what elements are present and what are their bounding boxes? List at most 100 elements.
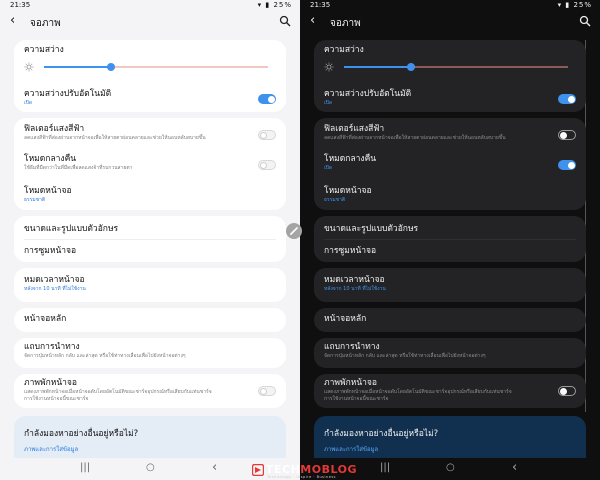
techmoblog-logo-icon: [252, 464, 264, 476]
night-mode-row[interactable]: โหมดกลางคืน เปิด: [324, 154, 576, 172]
blue-light-toggle[interactable]: [558, 130, 576, 140]
page-title: จอภาพ: [330, 18, 361, 29]
page-title: จอภาพ: [30, 18, 61, 29]
timeout-card: หมดเวลาหน้าจอ หลังจาก 10 นาที ที่ไม่ใช้ง…: [314, 268, 586, 302]
home-screen-item[interactable]: หน้าจอหลัก: [24, 314, 276, 325]
dark-settings-panel: 21:35 ▾ ▮ 25% ‹ จอภาพ ความสว่าง ความสว่า…: [300, 0, 600, 480]
night-mode-toggle[interactable]: [258, 160, 276, 170]
adaptive-brightness-row[interactable]: ความสว่างปรับอัตโนมัติ เปิด: [24, 89, 276, 107]
home-screen-card: หน้าจอหลัก: [314, 308, 586, 332]
screensaver-row[interactable]: ภาพพักหน้าจอ แสดงภาพพักหน้าจอเมื่อหน้าจอ…: [24, 378, 276, 403]
adaptive-brightness-toggle[interactable]: [258, 94, 276, 104]
blue-light-label: ฟิลเตอร์แสงสีฟ้า: [24, 124, 85, 134]
screen-timeout-row[interactable]: หมดเวลาหน้าจอ หลังจาก 10 นาที ที่ไม่ใช้ง…: [324, 275, 576, 293]
blue-light-label: ฟิลเตอร์แสงสีฟ้า: [324, 124, 385, 134]
blue-light-toggle[interactable]: [258, 130, 276, 140]
back-nav-icon[interactable]: ‹: [212, 461, 217, 474]
search-icon[interactable]: [579, 15, 591, 27]
navigation-bar-desc: จัดการปุ่มหน้าหลัก กลับ และล่าสุด หรือใช…: [324, 353, 486, 359]
brightness-slider[interactable]: [344, 63, 568, 71]
screen-timeout-value: หลังจาก 10 นาที ที่ไม่ใช้งาน: [324, 286, 386, 292]
brightness-card: ความสว่าง ความสว่างปรับอัตโนมัติ เปิด: [314, 40, 586, 112]
suggestion-link[interactable]: ภาพและการใส่ข้อมูล: [324, 444, 378, 454]
screen-mode-row[interactable]: โหมดหน้าจอ ธรรมชาติ: [24, 186, 276, 204]
slider-fill: [44, 66, 112, 68]
blue-light-row[interactable]: ฟิลเตอร์แสงสีฟ้า ลดแสงสีฟ้าที่ส่องผ่านจา…: [24, 124, 276, 142]
font-card: ขนาดและรูปแบบตัวอักษร การซูมหน้าจอ: [14, 216, 286, 262]
status-icons: ▾ ▮ 25%: [557, 1, 592, 9]
night-mode-label: โหมดกลางคืน: [24, 154, 77, 164]
light-settings-panel: 21:35 ▾ ▮ 25% ‹ จอภาพ ความสว่าง ความสว่า…: [0, 0, 300, 480]
display-mode-card: ฟิลเตอร์แสงสีฟ้า ลดแสงสีฟ้าที่ส่องผ่านจา…: [14, 118, 286, 210]
screen-zoom-item[interactable]: การซูมหน้าจอ: [24, 246, 276, 257]
brightness-label: ความสว่าง: [24, 45, 64, 55]
edit-fab[interactable]: [286, 223, 302, 239]
navigation-bar-card: แถบการนำทาง จัดการปุ่มหน้าหลัก กลับ และล…: [14, 338, 286, 368]
navigation-bar-desc: จัดการปุ่มหน้าหลัก กลับ และล่าสุด หรือใช…: [24, 353, 186, 359]
night-mode-toggle[interactable]: [558, 160, 576, 170]
night-mode-desc: ใช้ธีมที่มืดกว่าในที่มืดเพื่อลดแสงจ้าที่…: [24, 165, 133, 171]
suggestion-question: กำลังมองหาอย่างอื่นอยู่หรือไม่?: [324, 429, 439, 439]
status-icons: ▾ ▮ 25%: [257, 1, 292, 9]
screen-mode-label: โหมดหน้าจอ: [324, 186, 372, 196]
screen-mode-label: โหมดหน้าจอ: [24, 186, 72, 196]
navigation-bar-card: แถบการนำทาง จัดการปุ่มหน้าหลัก กลับ และล…: [314, 338, 586, 368]
screensaver-desc: แสดงภาพพักหน้าจอเมื่อหน้าจอดับโดยอัตโนมั…: [324, 389, 512, 395]
slider-thumb[interactable]: [107, 63, 116, 71]
timeout-card: หมดเวลาหน้าจอ หลังจาก 10 นาที ที่ไม่ใช้ง…: [14, 268, 286, 302]
watermark-tagline: Technology · Inspire · Business: [267, 475, 336, 479]
back-nav-icon[interactable]: ‹: [512, 461, 517, 474]
home-screen-card: หน้าจอหลัก: [14, 308, 286, 332]
screen-timeout-row[interactable]: หมดเวลาหน้าจอ หลังจาก 10 นาที ที่ไม่ใช้ง…: [24, 275, 276, 293]
screensaver-toggle[interactable]: [558, 386, 576, 396]
suggestion-link[interactable]: ภาพและการใส่ข้อมูล: [24, 444, 78, 454]
back-button[interactable]: ‹: [310, 14, 315, 28]
recents-icon[interactable]: |||: [380, 462, 390, 474]
night-mode-row[interactable]: โหมดกลางคืน ใช้ธีมที่มืดกว่าในที่มืดเพื่…: [24, 154, 276, 172]
screensaver-card: ภาพพักหน้าจอ แสดงภาพพักหน้าจอเมื่อหน้าจอ…: [14, 374, 286, 408]
screen-mode-row[interactable]: โหมดหน้าจอ ธรรมชาติ: [324, 186, 576, 204]
pencil-icon: [290, 227, 298, 235]
brightness-label: ความสว่าง: [324, 45, 364, 55]
search-icon[interactable]: [279, 15, 291, 27]
navigation-bar-label: แถบการนำทาง: [24, 342, 80, 352]
techmoblog-watermark: TECHMOBLOG Technology · Inspire · Busine…: [250, 462, 370, 480]
navigation-bar-row[interactable]: แถบการนำทาง จัดการปุ่มหน้าหลัก กลับ และล…: [24, 342, 276, 360]
screen-zoom-item[interactable]: การซูมหน้าจอ: [324, 246, 576, 257]
font-size-item[interactable]: ขนาดและรูปแบบตัวอักษร: [324, 224, 576, 235]
brightness-slider[interactable]: [44, 63, 268, 71]
navigation-bar-row[interactable]: แถบการนำทาง จัดการปุ่มหน้าหลัก กลับ และล…: [324, 342, 576, 360]
display-mode-card: ฟิลเตอร์แสงสีฟ้า ลดแสงสีฟ้าที่ส่องผ่านจา…: [314, 118, 586, 210]
adaptive-brightness-toggle[interactable]: [558, 94, 576, 104]
screensaver-card: ภาพพักหน้าจอ แสดงภาพพักหน้าจอเมื่อหน้าจอ…: [314, 374, 586, 408]
screensaver-toggle[interactable]: [258, 386, 276, 396]
font-card: ขนาดและรูปแบบตัวอักษร การซูมหน้าจอ: [314, 216, 586, 262]
adaptive-brightness-row[interactable]: ความสว่างปรับอัตโนมัติ เปิด: [324, 89, 576, 107]
app-bar: ‹ จอภาพ: [0, 12, 300, 32]
back-button[interactable]: ‹: [10, 14, 15, 28]
blue-light-desc: ลดแสงสีฟ้าที่ส่องผ่านจากหน้าจอเพื่อให้สา…: [24, 135, 206, 141]
screensaver-desc: แสดงภาพพักหน้าจอเมื่อหน้าจอดับโดยอัตโนมั…: [24, 389, 212, 395]
adaptive-brightness-label: ความสว่างปรับอัตโนมัติ: [24, 89, 112, 99]
adaptive-brightness-label: ความสว่างปรับอัตโนมัติ: [324, 89, 412, 99]
status-time: 21:35: [310, 1, 331, 9]
adaptive-brightness-status: เปิด: [24, 100, 33, 106]
recents-icon[interactable]: |||: [80, 462, 90, 474]
screen-timeout-label: หมดเวลาหน้าจอ: [324, 275, 385, 285]
screen-mode-value: ธรรมชาติ: [24, 197, 46, 203]
status-time: 21:35: [10, 1, 31, 9]
sun-icon: [324, 62, 334, 72]
screensaver-desc-2: การใช้งานหน้าจอนี้ขณะชาร์จ: [324, 396, 389, 402]
home-screen-item[interactable]: หน้าจอหลัก: [324, 314, 576, 325]
slider-thumb[interactable]: [407, 63, 416, 71]
blue-light-row[interactable]: ฟิลเตอร์แสงสีฟ้า ลดแสงสีฟ้าที่ส่องผ่านจา…: [324, 124, 576, 142]
home-icon[interactable]: ○: [146, 462, 155, 474]
screensaver-row[interactable]: ภาพพักหน้าจอ แสดงภาพพักหน้าจอเมื่อหน้าจอ…: [324, 378, 576, 403]
status-bar: 21:35 ▾ ▮ 25%: [0, 0, 300, 10]
divider: [324, 239, 576, 240]
home-icon[interactable]: ○: [446, 462, 455, 474]
brightness-card: ความสว่าง ความสว่างปรับอัตโนมัติ เปิด: [14, 40, 286, 112]
font-size-item[interactable]: ขนาดและรูปแบบตัวอักษร: [24, 224, 276, 235]
night-mode-status: เปิด: [324, 165, 333, 171]
slider-fill: [344, 66, 412, 68]
